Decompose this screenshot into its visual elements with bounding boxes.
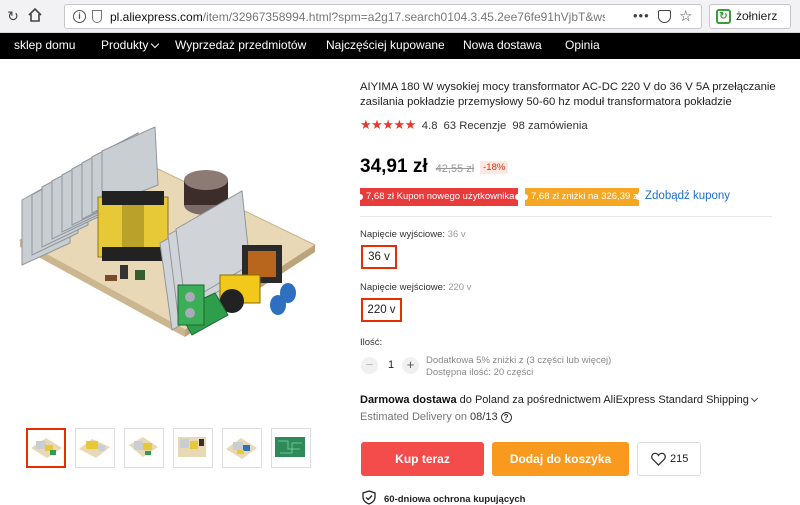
buyer-protection: 60-dniowa ochrona kupujących xyxy=(362,490,525,505)
chevron-down-icon xyxy=(151,39,160,49)
orders-count: 98 zamówienia xyxy=(512,120,588,132)
nav-top-selling[interactable]: Najczęściej kupowane xyxy=(326,38,445,52)
input-voltage-label: Napięcie wejściowe: 220 v xyxy=(360,282,472,293)
site-info-icon[interactable]: i xyxy=(73,10,86,23)
output-voltage-option[interactable]: 36 v xyxy=(361,245,397,269)
nav-store-home[interactable]: sklep domu xyxy=(14,38,75,52)
quantity-plus-button[interactable]: + xyxy=(402,357,419,374)
thumbnail-1[interactable] xyxy=(26,428,66,468)
product-main-image[interactable] xyxy=(10,125,322,365)
pocket-icon[interactable] xyxy=(658,10,671,23)
add-to-cart-button[interactable]: Dodaj do koszyka xyxy=(492,442,629,476)
quantity-label: Ilość: xyxy=(360,337,383,348)
buy-now-button[interactable]: Kup teraz xyxy=(361,442,484,476)
product-title: AIYIMA 180 W wysokiej mocy transformator… xyxy=(360,81,776,108)
nav-feedback[interactable]: Opinia xyxy=(565,38,600,52)
bulk-discount-note: Dodatkowa 5% zniżki z (3 części lub więc… xyxy=(426,355,612,366)
divider xyxy=(360,216,772,217)
heart-icon xyxy=(651,452,666,466)
stock-note: Dostępna ilość: 20 części xyxy=(426,367,534,378)
shipping-info[interactable]: Darmowa dostawa do Poland za pośrednictw… xyxy=(360,394,758,406)
reload-icon[interactable]: ↻ xyxy=(4,7,22,25)
wishlist-count: 215 xyxy=(670,453,689,465)
reviews-link[interactable]: 63 Recenzje xyxy=(444,120,507,132)
chevron-down-icon xyxy=(750,394,758,403)
quantity-minus-button[interactable]: − xyxy=(361,357,378,374)
nav-new-arrivals[interactable]: Nowa dostawa xyxy=(463,38,542,52)
address-bar[interactable]: i pl.aliexpress.com/item/32967358994.htm… xyxy=(64,4,702,29)
thumbnail-2[interactable] xyxy=(75,428,115,468)
rating-value: 4.8 xyxy=(421,120,438,132)
current-price: 34,91 zł xyxy=(360,156,428,177)
thumbnail-5[interactable] xyxy=(222,428,262,468)
store-nav: sklep domu Produkty Wyprzedaż przedmiotó… xyxy=(0,33,800,59)
browser-toolbar: ↻ i pl.aliexpress.com/item/32967358994.h… xyxy=(0,0,800,33)
new-user-coupon[interactable]: 7,68 zł Kupon nowego użytkownika xyxy=(357,188,521,206)
nav-products[interactable]: Produkty xyxy=(101,38,160,52)
estimated-delivery: Estimated Delivery on 08/13? xyxy=(360,411,512,423)
extension-refresh-icon: ↻ xyxy=(716,9,731,24)
nav-sale[interactable]: Wyprzedaż przedmiotów xyxy=(175,38,306,52)
help-icon[interactable]: ? xyxy=(500,412,512,423)
thumbnail-4[interactable] xyxy=(173,428,213,468)
price-row: 34,91 zł 42,55 zł -18% xyxy=(360,156,509,178)
shield-check-icon xyxy=(362,490,376,505)
thumbnail-3[interactable] xyxy=(124,428,164,468)
page-actions-icon[interactable]: ••• xyxy=(633,8,650,23)
store-coupon[interactable]: 7,68 zł zniżki na 326,39 zł xyxy=(522,188,642,206)
bookmark-star-icon[interactable]: ☆ xyxy=(679,7,692,25)
wishlist-button[interactable]: 215 xyxy=(637,442,701,476)
extension-button[interactable]: ↻ żołnierz xyxy=(709,4,791,29)
output-voltage-label: Napięcie wyjściowe: 36 v xyxy=(360,229,466,240)
get-coupons-link[interactable]: Zdobądź kupony xyxy=(645,190,730,202)
thumbnail-6[interactable] xyxy=(271,428,311,468)
rating-stars: ★★★★★ xyxy=(360,117,416,132)
quantity-value[interactable]: 1 xyxy=(385,359,397,371)
discount-badge: -18% xyxy=(480,161,509,174)
rating-row: ★★★★★ 4.8 63 Recenzje 98 zamówienia xyxy=(360,117,594,133)
original-price: 42,55 zł xyxy=(435,163,475,175)
home-icon[interactable] xyxy=(26,7,44,25)
tracking-protection-icon[interactable] xyxy=(92,10,102,23)
input-voltage-option[interactable]: 220 v xyxy=(361,298,402,322)
url-text[interactable]: pl.aliexpress.com/item/32967358994.html?… xyxy=(110,10,605,24)
